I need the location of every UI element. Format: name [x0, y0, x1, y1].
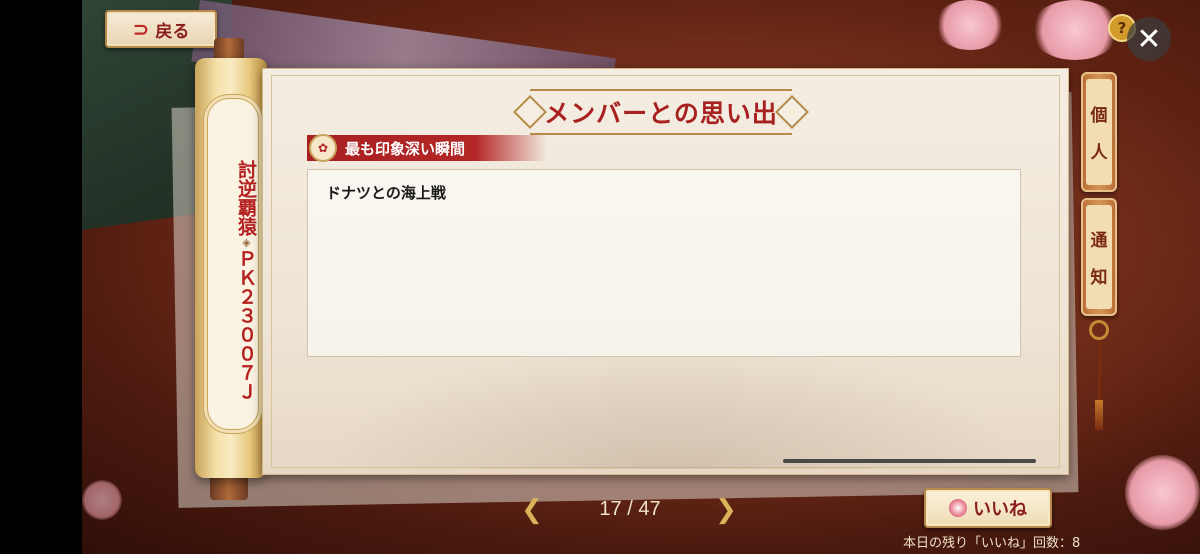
tab-notice-label: 通 知	[1086, 205, 1112, 309]
panel-title: メンバーとの思い出	[544, 99, 778, 128]
letterbox	[0, 0, 82, 554]
separator-icon: ◈	[240, 235, 253, 249]
memory-panel: メンバーとの思い出 ✿ 最も印象深い瞬間 ドナツとの海上戦	[262, 68, 1069, 475]
tab-personal-char: 人	[1090, 143, 1108, 163]
section-banner: ✿ 最も印象深い瞬間	[307, 134, 547, 162]
like-button[interactable]: いいね	[924, 488, 1052, 528]
guild-name-text: 討逆覇猿	[235, 159, 257, 236]
remaining-likes-text: 本日の残り「いいね」回数：8	[903, 536, 1081, 551]
guild-name-panel: 討逆覇猿◈ＰＫ２３００７Ｊ	[207, 98, 259, 430]
back-button[interactable]: ⊃ 戻る	[105, 10, 217, 48]
blossom-icon	[949, 499, 967, 517]
chevron-right-icon: ❯	[715, 495, 737, 525]
tab-personal-label: 個 人	[1086, 79, 1112, 185]
tassel-decoration	[1089, 320, 1109, 430]
emblem-icon: ✿	[309, 134, 337, 162]
tab-notice[interactable]: 通 知	[1081, 198, 1117, 316]
blossom-decoration	[82, 480, 122, 520]
like-button-label: いいね	[973, 499, 1027, 520]
close-icon: ✕	[1136, 21, 1162, 57]
memory-content-text: ドナツとの海上戦	[326, 184, 446, 202]
panel-title-frame: メンバーとの思い出	[530, 89, 792, 135]
back-arrow-icon: ⊃	[132, 17, 150, 41]
guild-name: 討逆覇猿◈ＰＫ２３００７Ｊ	[208, 135, 258, 425]
blossom-decoration	[1030, 0, 1120, 60]
chevron-left-icon: ❮	[521, 495, 543, 525]
tab-personal-char: 個	[1090, 106, 1108, 126]
help-icon: ?	[1117, 19, 1127, 37]
horizontal-scrollbar[interactable]	[783, 459, 1036, 463]
memory-content-box[interactable]: ドナツとの海上戦	[307, 169, 1021, 357]
next-page-button[interactable]: ❯	[712, 497, 740, 523]
panel-background-art	[323, 339, 1023, 469]
blossom-decoration	[1125, 455, 1200, 530]
tab-notice-char: 通	[1090, 231, 1108, 251]
close-button[interactable]: ✕	[1127, 17, 1171, 61]
blossom-decoration	[935, 0, 1005, 50]
guild-id: ＰＫ２３００７Ｊ	[235, 248, 257, 401]
section-label: 最も印象深い瞬間	[345, 139, 466, 158]
page-indicator: 17 / 47	[599, 498, 661, 520]
back-button-label: 戻る	[155, 21, 190, 42]
tab-notice-char: 知	[1090, 268, 1108, 288]
previous-page-button[interactable]: ❮	[518, 497, 546, 523]
tab-personal[interactable]: 個 人	[1081, 72, 1117, 192]
